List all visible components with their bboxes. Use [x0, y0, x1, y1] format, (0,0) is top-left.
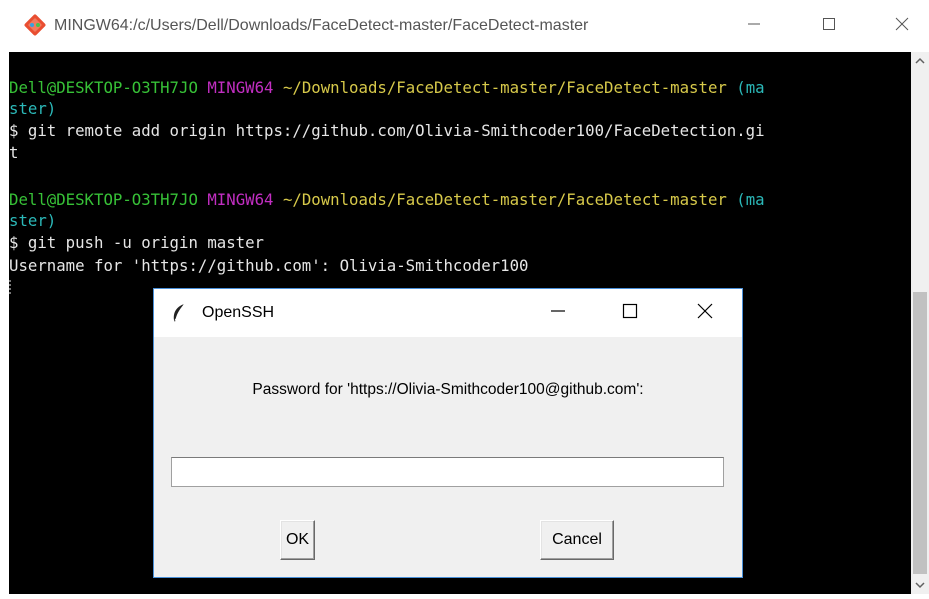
window-title: MINGW64:/c/Users/Dell/Downloads/FaceDete…: [54, 17, 589, 34]
maximize-icon: [622, 303, 638, 324]
close-icon: [696, 302, 714, 325]
close-button[interactable]: [874, 0, 929, 52]
output-line: Username for 'https://github.com': Olivi…: [9, 256, 529, 275]
prompt-env: MINGW64: [207, 190, 274, 209]
scroll-down-button[interactable]: [911, 576, 929, 594]
dialog-minimize-button[interactable]: [535, 289, 581, 337]
prompt-user: Dell@DESKTOP-O3TH7JO: [9, 78, 198, 97]
prompt-branch-wrap-1: ster): [9, 99, 57, 118]
prompt-line-1: Dell@DESKTOP-O3TH7JO MINGW64 ~/Downloads…: [9, 77, 765, 99]
password-prompt-label: Password for 'https://Olivia-Smithcoder1…: [252, 381, 644, 398]
prompt-user: Dell@DESKTOP-O3TH7JO: [9, 190, 198, 209]
command-line-wrap: t: [9, 143, 19, 162]
scroll-up-button[interactable]: [911, 52, 929, 70]
prompt-line-2: Dell@DESKTOP-O3TH7JO MINGW64 ~/Downloads…: [9, 189, 765, 211]
openssh-dialog: OpenSSH Password for 'https://Olivia-Smi…: [153, 288, 743, 578]
maximize-icon: [822, 17, 836, 36]
window-bottom-edge: [0, 594, 929, 599]
maximize-button[interactable]: [801, 0, 856, 52]
feather-icon: [170, 303, 188, 323]
cancel-button[interactable]: Cancel: [540, 520, 614, 560]
prompt-path: ~/Downloads/FaceDetect-master/FaceDetect…: [282, 78, 727, 97]
command-line: $ git push -u origin master: [9, 233, 265, 252]
prompt-branch-wrap-2: ster): [9, 211, 57, 230]
minimize-button[interactable]: [726, 0, 781, 52]
prompt-path: ~/Downloads/FaceDetect-master/FaceDetect…: [282, 190, 727, 209]
dialog-close-button[interactable]: [682, 289, 728, 337]
minimize-icon: [550, 303, 566, 324]
chevron-down-icon: [915, 576, 925, 594]
password-input[interactable]: [171, 457, 724, 487]
terminal-cursor: [9, 280, 11, 296]
prompt-branch: (ma: [736, 190, 765, 209]
dialog-titlebar[interactable]: OpenSSH: [154, 289, 742, 337]
ok-button[interactable]: OK: [280, 520, 315, 560]
chevron-up-icon: [915, 52, 925, 70]
prompt-branch: (ma: [736, 78, 765, 97]
dialog-title: OpenSSH: [202, 304, 275, 321]
git-bash-icon: [24, 14, 46, 36]
prompt-env: MINGW64: [207, 78, 274, 97]
terminal-scrollbar[interactable]: [911, 52, 929, 594]
window-titlebar[interactable]: MINGW64:/c/Users/Dell/Downloads/FaceDete…: [0, 0, 929, 52]
scroll-thumb[interactable]: [913, 292, 927, 574]
dialog-maximize-button[interactable]: [607, 289, 653, 337]
minimize-icon: [747, 17, 761, 36]
close-icon: [894, 16, 910, 37]
git-bash-window: MINGW64:/c/Users/Dell/Downloads/FaceDete…: [0, 0, 929, 599]
command-line: $ git remote add origin https://github.c…: [9, 121, 765, 140]
